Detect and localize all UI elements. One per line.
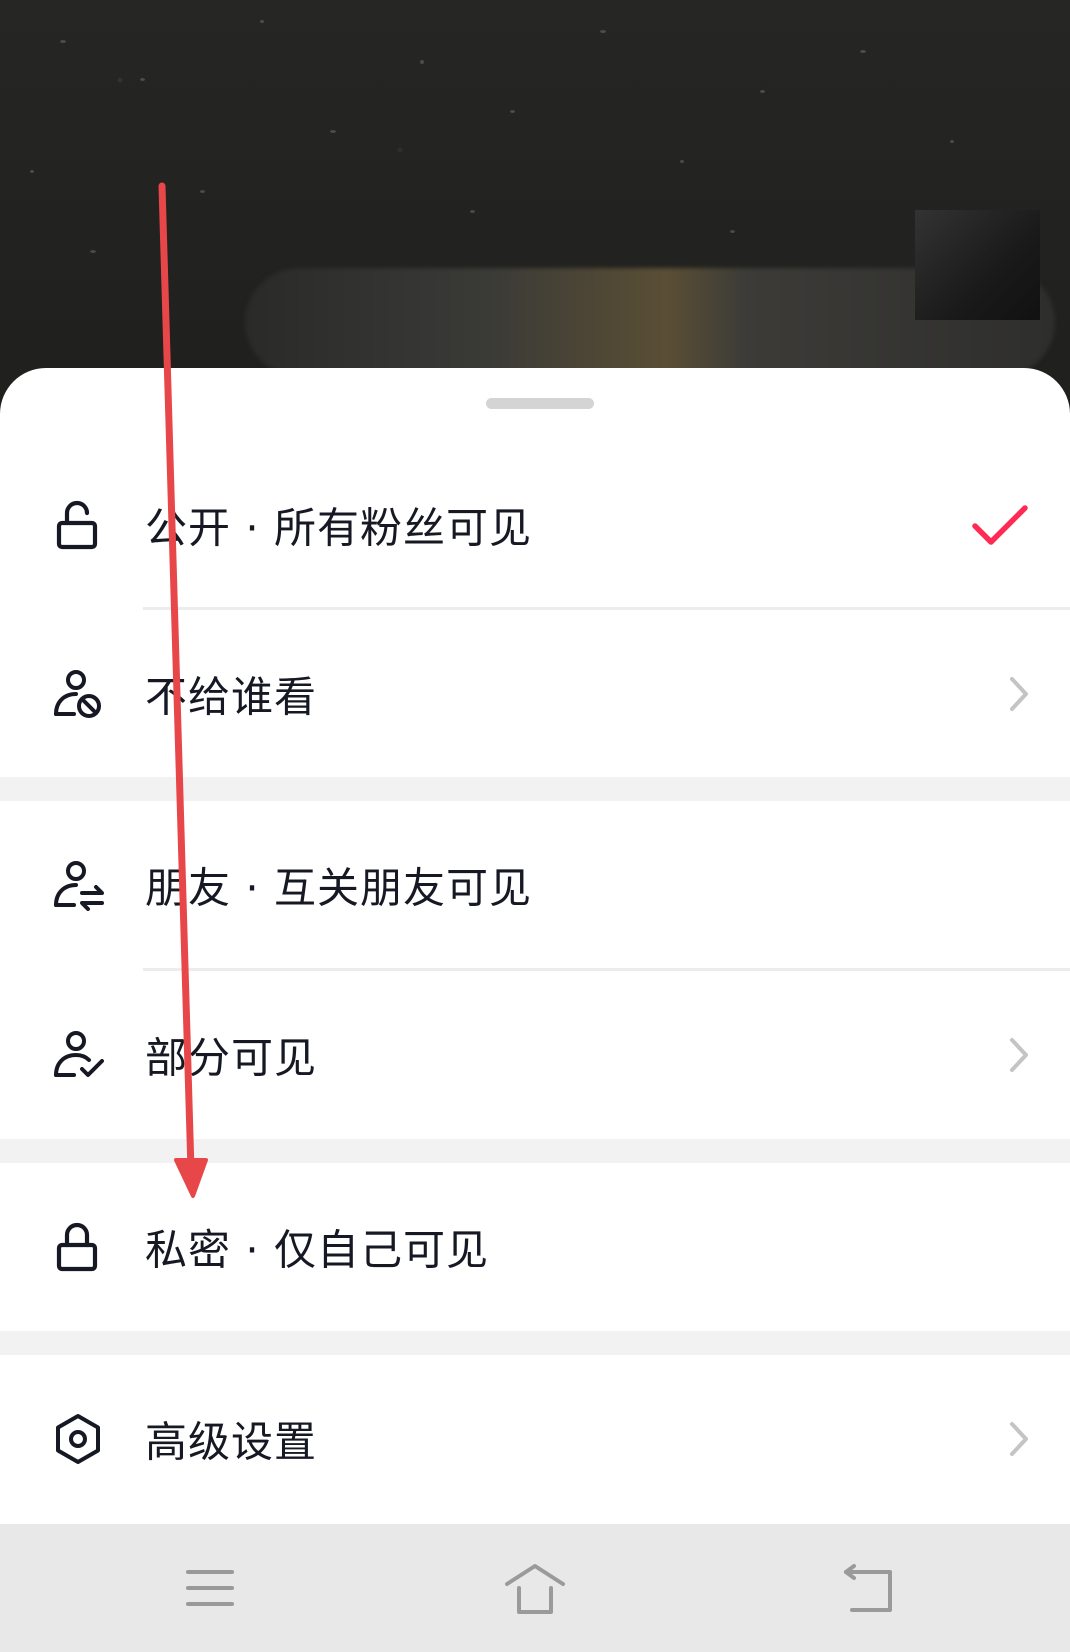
menu-icon[interactable]	[180, 1558, 240, 1618]
system-nav-bar	[0, 1524, 1070, 1652]
visibility-sheet: 公开 · 所有粉丝可见 不给谁看 朋友 · 互关朋友可见 部分可见 私密 · 仅…	[0, 368, 1070, 1524]
hexagon-settings-icon	[50, 1411, 106, 1467]
option-public[interactable]: 公开 · 所有粉丝可见	[0, 441, 1070, 609]
option-advanced-settings-label: 高级设置	[145, 1417, 318, 1467]
blurred-avatar	[915, 210, 1040, 320]
option-hide-from-label: 不给谁看	[145, 672, 318, 722]
option-partial-label: 部分可见	[145, 1033, 318, 1083]
home-icon[interactable]	[505, 1558, 565, 1618]
sheet-drag-handle[interactable]	[486, 398, 594, 409]
option-partial[interactable]: 部分可见	[0, 971, 1070, 1139]
checkmark-icon	[970, 502, 1030, 548]
option-hide-from[interactable]: 不给谁看	[0, 610, 1070, 778]
chevron-right-icon	[1004, 674, 1032, 714]
option-public-label: 公开 · 所有粉丝可见	[145, 503, 533, 553]
option-advanced-settings[interactable]: 高级设置	[0, 1355, 1070, 1523]
user-swap-icon	[50, 857, 106, 913]
section-gap	[0, 1139, 1070, 1163]
option-private[interactable]: 私密 · 仅自己可见	[0, 1163, 1070, 1331]
user-check-icon	[50, 1027, 106, 1083]
unlock-icon	[50, 497, 106, 553]
section-gap	[0, 777, 1070, 801]
section-gap	[0, 1331, 1070, 1355]
option-private-label: 私密 · 仅自己可见	[145, 1225, 490, 1275]
chevron-right-icon	[1004, 1419, 1032, 1459]
user-blocked-icon	[50, 666, 106, 722]
chevron-right-icon	[1004, 1035, 1032, 1075]
option-friends-label: 朋友 · 互关朋友可见	[145, 863, 533, 913]
back-icon[interactable]	[838, 1558, 898, 1618]
lock-icon	[50, 1219, 106, 1275]
option-friends[interactable]: 朋友 · 互关朋友可见	[0, 801, 1070, 969]
